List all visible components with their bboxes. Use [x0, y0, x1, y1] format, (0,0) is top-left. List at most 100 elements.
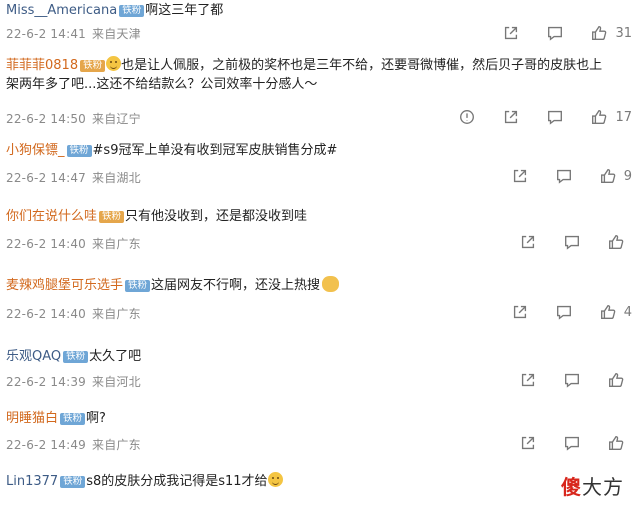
comment-text: s8的皮肤分成我记得是s11才给 — [86, 474, 268, 489]
fan-badge: 铁粉 — [63, 351, 89, 363]
fan-badge: 铁粉 — [66, 145, 92, 157]
comment-icon[interactable] — [563, 233, 581, 251]
comment-text: 只有他没收到，还是都没收到哇 — [125, 209, 308, 224]
fan-badge: 铁粉 — [60, 476, 86, 488]
like-button[interactable]: 4 — [599, 303, 632, 321]
username[interactable]: 菲菲菲0818 — [6, 58, 78, 73]
username[interactable]: 你们在说什么哇 — [6, 209, 97, 224]
comment-body: 乐观QAQ 铁粉 太久了吧 — [6, 348, 632, 365]
share-icon[interactable] — [502, 24, 520, 42]
comment-list: Miss__Americana 铁粉 啊这三年了都 22-6-2 14:41 来自天津… — [0, 0, 640, 498]
comment-body: 菲菲菲0818 铁粉 也是让人佩服，之前极的奖杯也是三年不给，还要哥微博催，然后贝子… — [6, 56, 606, 94]
fan-badge: 铁粉 — [60, 413, 86, 425]
thumbs-up-icon — [590, 108, 608, 126]
comment-meta: 22-6-2 14:41 来自天津 — [6, 25, 141, 42]
comment-location: 来自广东 — [92, 438, 141, 452]
comment-text: 啊? — [86, 411, 106, 426]
comment-body: Lin1377 铁粉 s8的皮肤分成我记得是s11才给 — [6, 472, 632, 490]
username[interactable]: Miss__Americana — [6, 3, 117, 18]
comment-icon[interactable] — [546, 24, 564, 42]
username[interactable]: Lin1377 — [6, 474, 58, 489]
comment-location: 来自河北 — [92, 375, 141, 389]
like-count: 9 — [623, 168, 632, 184]
comment-text: 啊这三年了都 — [145, 3, 224, 18]
comment-date: 22-6-2 14:47 — [6, 171, 86, 185]
comment-meta: 22-6-2 14:49 来自广东 — [6, 436, 141, 453]
comment-location: 来自广东 — [92, 307, 141, 321]
like-button[interactable]: 31 — [590, 24, 632, 42]
laughing-emoji-icon — [106, 56, 122, 71]
comment-item: 乐观QAQ 铁粉 太久了吧 22-6-2 14:39 来自河北 — [0, 344, 640, 410]
username[interactable]: 麦辣鸡腿堡可乐选手 — [6, 278, 123, 293]
comment-location: 来自湖北 — [92, 171, 141, 185]
comment-date: 22-6-2 14:49 — [6, 438, 86, 452]
share-icon[interactable] — [519, 434, 537, 452]
comment-item: Lin1377 铁粉 s8的皮肤分成我记得是s11才给 — [0, 468, 640, 498]
like-count: 31 — [615, 25, 632, 41]
comment-text: 这届网友不行啊，还没上热搜 — [151, 278, 321, 293]
like-button[interactable]: 17 — [590, 108, 632, 126]
comment-meta: 22-6-2 14:40 来自广东 — [6, 235, 141, 252]
share-icon[interactable] — [511, 167, 529, 185]
comment-item: 明睡猫白 铁粉 啊? 22-6-2 14:49 来自广东 — [0, 410, 640, 468]
comment-meta: 22-6-2 14:47 来自湖北 — [6, 169, 141, 186]
comment-date: 22-6-2 14:50 — [6, 112, 86, 126]
fan-badge: 铁粉 — [125, 280, 151, 292]
comment-date: 22-6-2 14:39 — [6, 375, 86, 389]
username[interactable]: 乐观QAQ — [6, 349, 61, 364]
share-icon[interactable] — [511, 303, 529, 321]
comment-actions: 9 — [511, 167, 632, 185]
username[interactable]: 明睡猫白 — [6, 411, 58, 426]
comment-actions: 17 — [458, 108, 632, 126]
comment-body: 明睡猫白 铁粉 啊? — [6, 410, 632, 427]
thumbs-up-icon — [607, 371, 625, 389]
comment-meta: 22-6-2 14:39 来自河北 — [6, 373, 141, 390]
comment-icon[interactable] — [563, 371, 581, 389]
comment-body: Miss__Americana 铁粉 啊这三年了都 — [6, 2, 632, 19]
comment-text: 太久了吧 — [89, 349, 142, 364]
comment-actions — [519, 233, 632, 251]
thumbs-up-icon — [607, 434, 625, 452]
thumbs-up-icon — [607, 233, 625, 251]
doge-emoji-icon — [322, 276, 340, 292]
comment-body: 你们在说什么哇 铁粉 只有他没收到，还是都没收到哇 — [6, 208, 632, 225]
share-icon[interactable] — [502, 108, 520, 126]
share-icon[interactable] — [519, 233, 537, 251]
comment-location: 来自辽宁 — [92, 112, 141, 126]
comment-actions: 4 — [511, 303, 632, 321]
comment-body: 麦辣鸡腿堡可乐选手 铁粉 这届网友不行啊，还没上热搜 — [6, 276, 632, 294]
watermark: 傻大方 — [561, 475, 624, 499]
comment-icon[interactable] — [555, 167, 573, 185]
like-button[interactable] — [607, 233, 632, 251]
comment-date: 22-6-2 14:41 — [6, 27, 86, 41]
comment-body: 小狗保镖_ 铁粉 #s9冠军上单没有收到冠军皮肤销售分成# — [6, 142, 632, 159]
comment-icon[interactable] — [563, 434, 581, 452]
comment-item: Miss__Americana 铁粉 啊这三年了都 22-6-2 14:41 来自天津… — [0, 0, 640, 50]
comment-actions — [519, 371, 632, 389]
like-button[interactable] — [607, 434, 632, 452]
username[interactable]: 小狗保镖_ — [6, 143, 65, 158]
like-button[interactable] — [607, 371, 632, 389]
grinning-emoji-icon — [267, 472, 283, 487]
thumbs-up-icon — [599, 167, 617, 185]
share-icon[interactable] — [519, 371, 537, 389]
thumbs-up-icon — [599, 303, 617, 321]
comment-location: 来自天津 — [92, 27, 141, 41]
comment-text: #s9冠军上单没有收到冠军皮肤销售分成# — [92, 143, 338, 158]
comment-location: 来自广东 — [92, 237, 141, 251]
comment-icon[interactable] — [546, 108, 564, 126]
comment-actions — [519, 434, 632, 452]
thumbs-up-icon — [590, 24, 608, 42]
comment-date: 22-6-2 14:40 — [6, 237, 86, 251]
comment-item: 你们在说什么哇 铁粉 只有他没收到，还是都没收到哇 22-6-2 14:40 来自广东 — [0, 204, 640, 272]
comment-meta: 22-6-2 14:40 来自广东 — [6, 305, 141, 322]
comment-item: 菲菲菲0818 铁粉 也是让人佩服，之前极的奖杯也是三年不给，还要哥微博催，然后贝子… — [0, 50, 640, 138]
comment-meta: 22-6-2 14:50 来自辽宁 — [6, 110, 141, 127]
like-count: 17 — [615, 109, 632, 125]
comment-item: 麦辣鸡腿堡可乐选手 铁粉 这届网友不行啊，还没上热搜 22-6-2 14:40 来自广… — [0, 272, 640, 344]
comment-actions: 31 — [502, 24, 632, 42]
report-icon[interactable] — [458, 108, 476, 126]
like-button[interactable]: 9 — [599, 167, 632, 185]
fan-badge: 铁粉 — [99, 211, 125, 223]
comment-icon[interactable] — [555, 303, 573, 321]
